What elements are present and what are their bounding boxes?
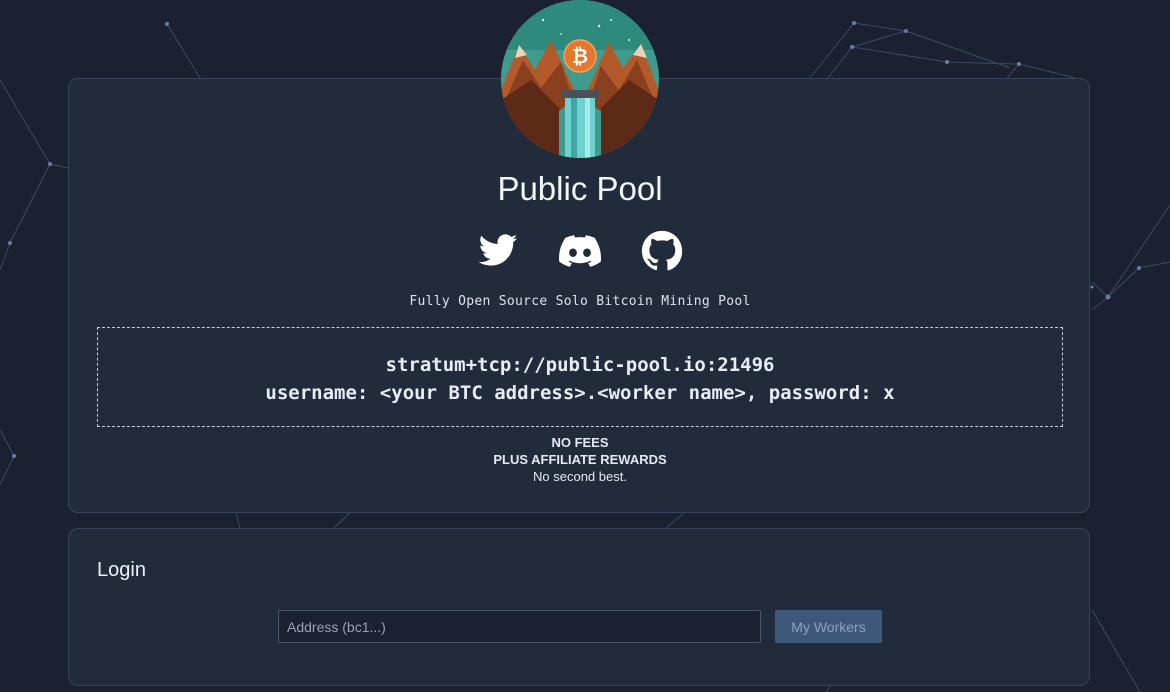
my-workers-button[interactable]: My Workers	[775, 610, 882, 643]
affiliate-rewards-text: PLUS AFFILIATE REWARDS	[493, 452, 667, 467]
pool-logo: ₿	[501, 0, 659, 158]
page-title: Public Pool	[497, 170, 663, 207]
login-title: Login	[97, 559, 146, 581]
svg-text:₿: ₿	[572, 44, 588, 68]
stratum-connection-box: stratum+tcp://public-pool.io:21496 usern…	[97, 327, 1063, 427]
discord-icon[interactable]	[559, 230, 602, 272]
address-input[interactable]	[278, 610, 761, 643]
no-fees-text: NO FEES	[551, 435, 609, 450]
stratum-credentials[interactable]: username: <your BTC address>.<worker nam…	[98, 382, 1062, 404]
github-icon[interactable]	[641, 230, 683, 272]
twitter-icon[interactable]	[477, 230, 519, 272]
tagline: Fully Open Source Solo Bitcoin Mining Po…	[409, 294, 751, 309]
login-card: Login My Workers	[68, 528, 1090, 686]
no-second-best-text: No second best.	[533, 469, 627, 484]
stratum-url[interactable]: stratum+tcp://public-pool.io:21496	[98, 354, 1062, 376]
